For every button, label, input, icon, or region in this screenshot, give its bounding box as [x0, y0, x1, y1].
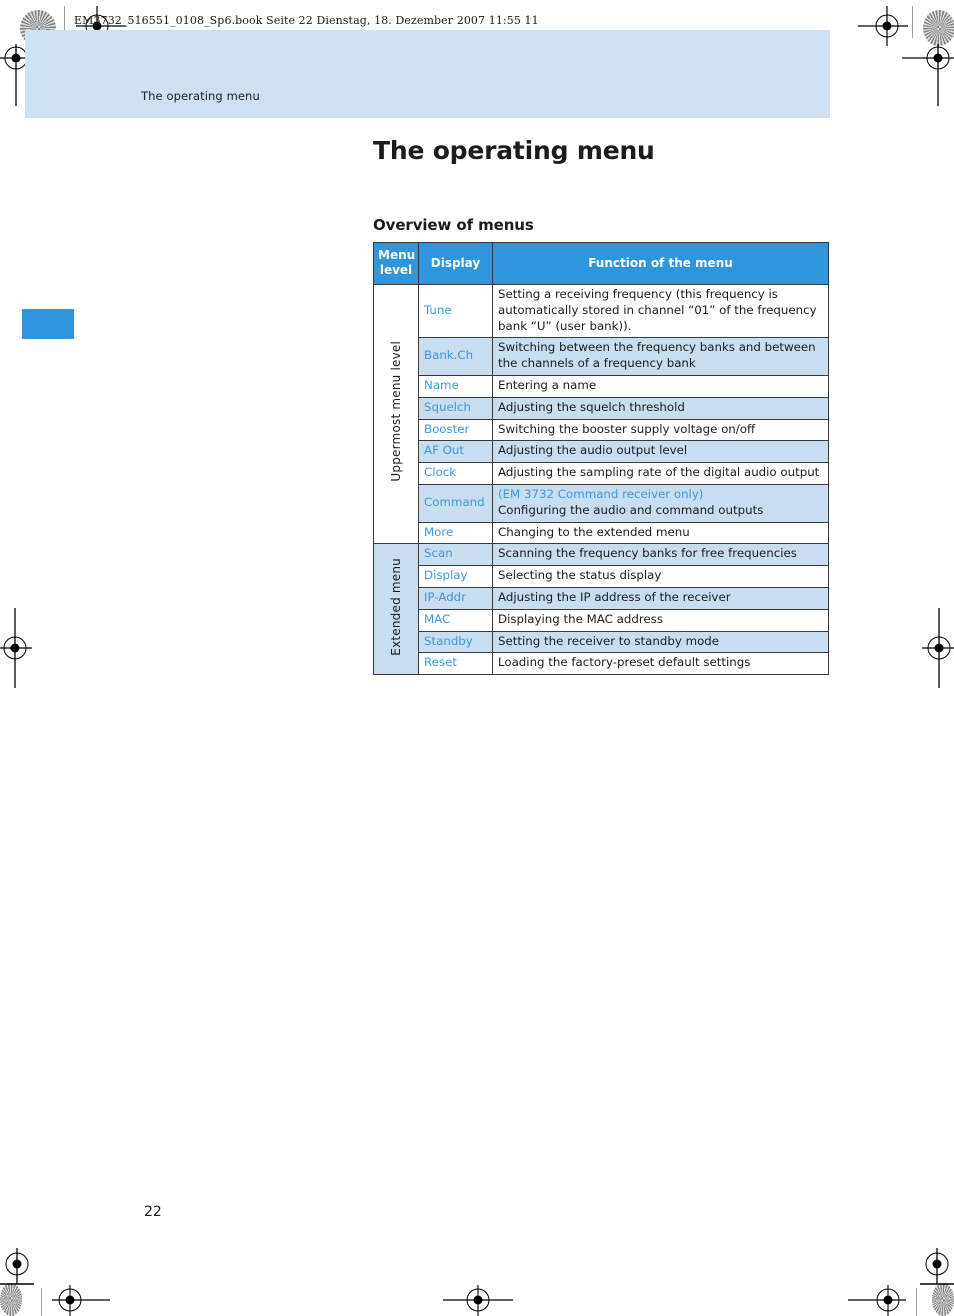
display-name: Display [418, 565, 493, 588]
menu-level-cell-uppermost: Uppermost menu level [373, 283, 419, 545]
table-row: Bank.Ch Switching between the frequency … [374, 337, 829, 376]
trim-line-bottom-right [916, 1288, 917, 1316]
function-text: (EM 3732 Command receiver only) Configur… [492, 483, 829, 523]
registration-mark-mid-left [0, 608, 50, 688]
table-header-row: Menu level Display Function of the menu [373, 242, 829, 285]
display-name: Squelch [418, 396, 493, 420]
registration-mark-bottom-left [40, 1285, 110, 1316]
display-name: IP-Addr [418, 586, 493, 610]
function-text: Switching between the frequency banks an… [492, 337, 829, 376]
content-column: The operating menu Overview of menus [373, 136, 833, 234]
registration-mark-bottom-center [443, 1285, 513, 1316]
display-name: Bank.Ch [418, 337, 493, 376]
function-text: Adjusting the sampling rate of the digit… [492, 462, 829, 485]
display-name: Standby [418, 630, 493, 654]
menu-level-label: Uppermost menu level [388, 341, 403, 482]
display-name: More [418, 521, 493, 545]
function-text: Switching the booster supply voltage on/… [492, 418, 829, 442]
file-stamp: EM3732_516551_0108_Sp6.book Seite 22 Die… [74, 14, 539, 27]
trim-line-bottom-left [41, 1288, 42, 1316]
function-text: Adjusting the IP address of the receiver [492, 586, 829, 610]
page-title: The operating menu [373, 136, 655, 165]
function-text: Adjusting the audio output level [492, 440, 829, 464]
display-name: Booster [418, 418, 493, 442]
page-number: 22 [144, 1204, 162, 1220]
table-row: IP-Addr Adjusting the IP address of the … [374, 586, 829, 610]
display-name: Reset [418, 652, 493, 676]
display-name: Name [418, 374, 493, 398]
table-row: More Changing to the extended menu [374, 521, 829, 545]
function-text: Setting the receiver to standby mode [492, 630, 829, 654]
menu-level-label: Extended menu [388, 557, 403, 656]
section-heading: Overview of menus [373, 216, 534, 234]
table-row: AF Out Adjusting the audio output level [374, 440, 829, 464]
column-header-menu-level-line2: level [379, 263, 413, 277]
function-text: Adjusting the squelch threshold [492, 396, 829, 420]
registration-mark-mid-right [904, 608, 954, 688]
table-body: Uppermost menu level Tune Setting a rece… [373, 283, 829, 676]
function-body: Configuring the audio and command output… [498, 502, 764, 517]
table-row: Standby Setting the receiver to standby … [374, 630, 829, 654]
display-name: Scan [418, 543, 493, 567]
display-name: AF Out [418, 440, 493, 464]
display-name: MAC [418, 608, 493, 632]
table-row: Reset Loading the factory-preset default… [374, 652, 829, 676]
table-row: Name Entering a name [374, 374, 829, 398]
function-text: Selecting the status display [492, 565, 829, 588]
table-row: Extended menu Scan Scanning the frequenc… [373, 543, 829, 676]
column-header-menu-level: Menu level [373, 242, 419, 285]
registration-mark-corner-top-right [890, 36, 954, 106]
table-row: Command (EM 3732 Command receiver only) … [374, 483, 829, 523]
table-row: Booster Switching the booster supply vol… [374, 418, 829, 442]
table-row: MAC Displaying the MAC address [374, 608, 829, 632]
header-band [25, 30, 830, 118]
function-text: Changing to the extended menu [492, 521, 829, 545]
column-header-menu-level-line1: Menu [378, 248, 416, 262]
table-row: Squelch Adjusting the squelch threshold [374, 396, 829, 420]
table-row: Display Selecting the status display [374, 565, 829, 588]
function-text: Scanning the frequency banks for free fr… [492, 543, 829, 567]
registration-mark-bottom-right [848, 1285, 918, 1316]
column-header-display: Display [418, 242, 493, 285]
function-text: Entering a name [492, 374, 829, 398]
display-name: Command [418, 483, 493, 523]
chapter-thumb-tab [22, 309, 74, 339]
function-note: (EM 3732 Command receiver only) [498, 486, 704, 501]
menu-level-cell-extended: Extended menu [373, 543, 419, 676]
menu-overview-table: Menu level Display Function of the menu … [373, 242, 829, 676]
table-row: Clock Adjusting the sampling rate of the… [374, 462, 829, 485]
column-header-function: Function of the menu [492, 242, 829, 285]
running-head: The operating menu [141, 89, 260, 103]
function-text: Displaying the MAC address [492, 608, 829, 632]
table-row: Uppermost menu level Tune Setting a rece… [373, 283, 829, 545]
function-text: Loading the factory-preset default setti… [492, 652, 829, 676]
display-name: Tune [418, 283, 493, 339]
display-name: Clock [418, 462, 493, 485]
trim-line-top-right [912, 6, 913, 38]
function-text: Setting a receiving frequency (this freq… [492, 283, 829, 339]
